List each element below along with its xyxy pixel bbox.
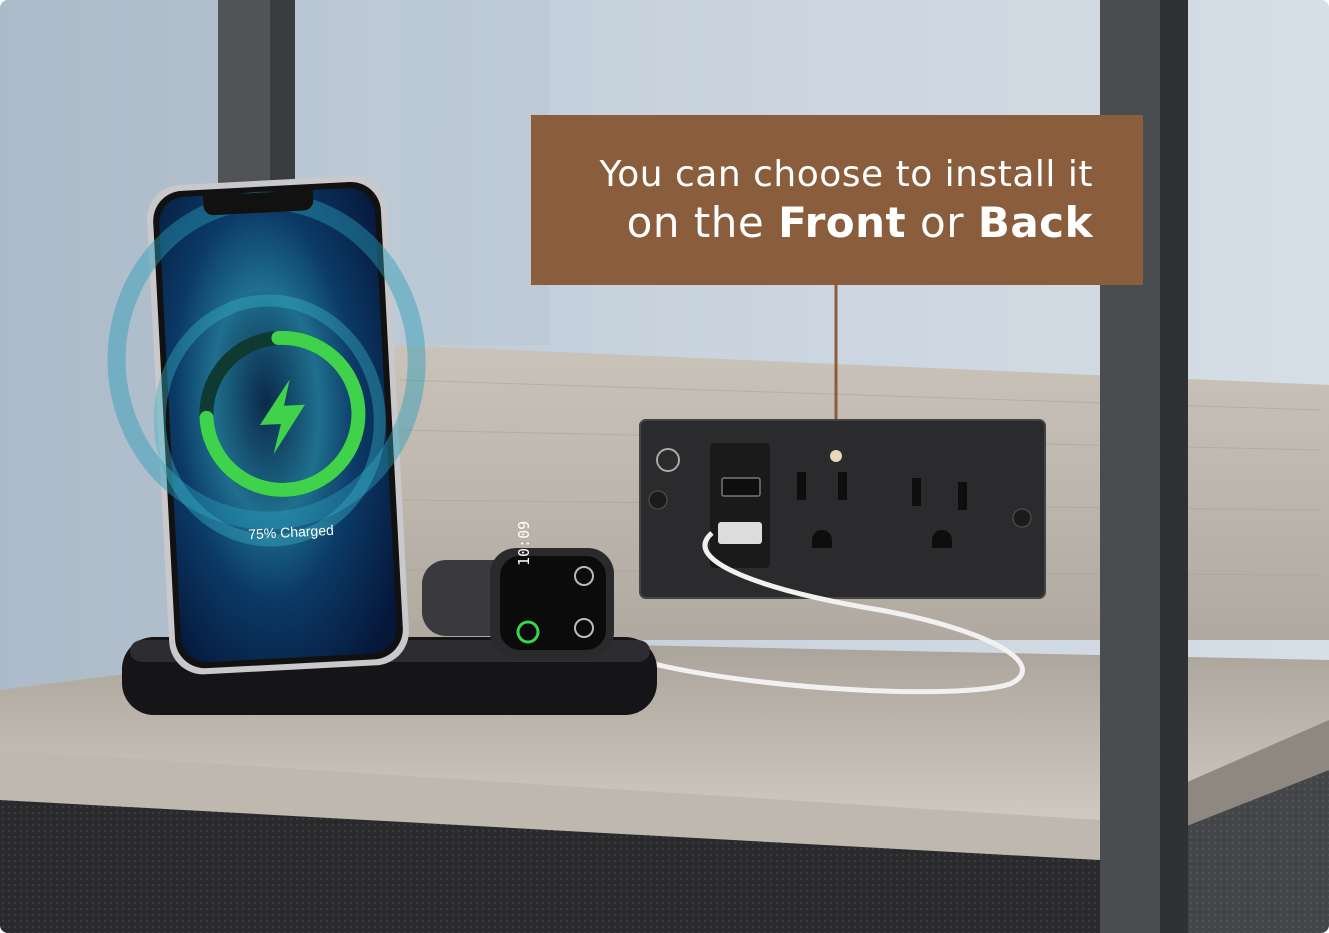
watch-time: 10:09 [515,520,533,566]
callout-front: Front [778,198,907,247]
frame-post-left [218,0,270,190]
callout-back: Back [977,198,1093,247]
power-outlet-panel [639,419,1046,599]
product-photo: 75% Charged 10:09 You can choose to inst… [0,0,1329,933]
info-callout: You can choose to install it on the Fron… [531,115,1143,285]
callout-prefix: on the [626,198,779,247]
callout-mid: or [906,198,978,247]
callout-line-1: You can choose to install it [599,154,1093,195]
callout-line-2: on the Front or Back [627,198,1093,248]
